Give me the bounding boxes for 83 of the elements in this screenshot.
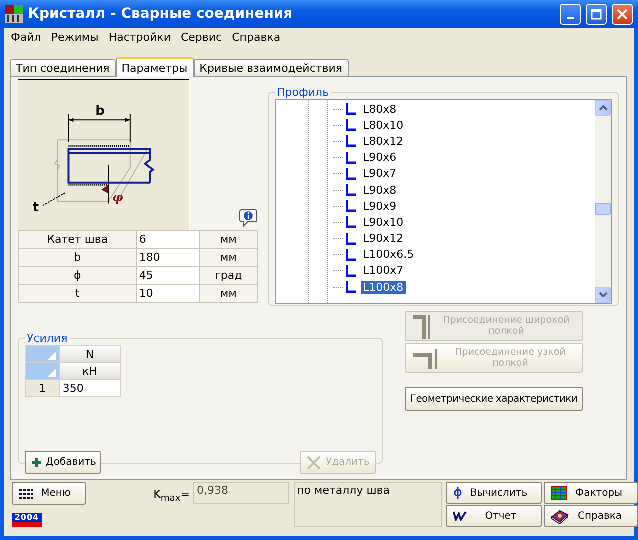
angle-profile-icon (346, 103, 356, 116)
plus-icon (32, 458, 41, 467)
parameter-input[interactable]: 6 (136, 230, 200, 248)
tree-item[interactable]: L90x7 (361, 167, 399, 180)
tab[interactable]: Кривые взаимодействия (194, 59, 349, 76)
action-button[interactable]: Вычислить (446, 482, 542, 504)
parameter-unit: мм (200, 284, 258, 302)
parameter-unit: мм (200, 230, 258, 248)
kmax-label: K$_{max}$= (152, 487, 191, 504)
tab[interactable]: Тип соединения (10, 59, 116, 76)
tree-item[interactable]: L90x9 (361, 200, 399, 213)
group-title: Профиль (276, 86, 330, 99)
scroll-down-button[interactable] (595, 287, 611, 303)
tree-item[interactable]: L90x12 (361, 232, 406, 246)
parameter-name: t (18, 284, 137, 302)
tree-item[interactable]: L80x8 (361, 102, 399, 116)
row-number: 1 (26, 380, 60, 396)
angle-profile-icon (346, 168, 356, 180)
menu-item[interactable]: Файл (6, 30, 46, 44)
parameter-name: b (18, 248, 137, 266)
triangle-icon (48, 369, 56, 377)
menu-button[interactable]: Меню (12, 482, 86, 505)
parameter-unit: град (200, 266, 258, 284)
close-button[interactable] (612, 4, 633, 24)
menu-item[interactable]: Настройки (104, 30, 176, 44)
angle-profile-icon (346, 119, 356, 132)
menu-item[interactable]: Справка (227, 30, 286, 44)
angle-profile-icon (412, 347, 440, 369)
tree-item[interactable]: L100x7 (361, 264, 406, 278)
force-value-cell[interactable]: 350 (59, 380, 120, 396)
table-grid-icon (551, 486, 567, 500)
angle-profile-icon (346, 232, 356, 245)
tree-item[interactable]: L90x6 (361, 151, 399, 164)
parameter-name: Катет шва (18, 230, 137, 248)
maximize-icon (591, 8, 602, 20)
angle-profile-icon (346, 264, 356, 277)
angle-profile-icon (346, 200, 356, 212)
tree-item[interactable]: L90x8 (361, 184, 399, 197)
geometry-button[interactable]: Геометрические характеристики (405, 387, 583, 411)
tree-item[interactable]: L90x10 (361, 216, 406, 229)
scroll-up-button[interactable] (595, 100, 611, 116)
tree-item[interactable]: L80x10 (361, 118, 406, 132)
tab[interactable]: Параметры (116, 57, 194, 77)
angle-profile-icon (346, 184, 356, 196)
add-button[interactable]: Добавить (25, 451, 101, 474)
phi-icon (453, 486, 463, 500)
action-button[interactable]: Отчет (446, 505, 542, 527)
app-icon (5, 5, 23, 23)
parameter-name: ϕ (18, 266, 137, 284)
angle-profile-icon (346, 216, 356, 228)
angle-profile-icon (346, 152, 356, 164)
info-icon[interactable] (239, 209, 258, 227)
window-title: Кристалл - Сварные соединения (28, 6, 294, 22)
action-button[interactable]: Факторы (544, 482, 638, 504)
tree-item[interactable]: L100x8 (361, 280, 406, 294)
close-icon (617, 8, 628, 20)
group-title: Усилия (26, 332, 69, 345)
unit-header: кН (59, 362, 120, 380)
angle-profile-icon (412, 313, 432, 339)
angle-profile-icon (346, 281, 356, 294)
angle-profile-icon (346, 248, 356, 261)
triangle-icon (48, 352, 56, 360)
w-letter-icon (453, 511, 467, 521)
scroll-thumb[interactable] (595, 203, 611, 215)
parameter-input[interactable]: 10 (136, 284, 200, 302)
menu-item[interactable]: Сервис (176, 30, 228, 44)
tree-item[interactable]: L100x6.5 (361, 248, 416, 262)
parameter-input[interactable]: 45 (136, 266, 200, 284)
book-icon (551, 508, 569, 524)
angle-profile-icon (346, 135, 356, 148)
weld-diagram-drawing: b φ t (18, 79, 190, 230)
menu-lines-icon (19, 488, 33, 498)
cross-icon (307, 456, 321, 470)
parameter-input[interactable]: 180 (136, 248, 200, 266)
kmax-field: 0,938 (193, 482, 289, 504)
tree-item[interactable]: L80x12 (361, 134, 406, 148)
parameter-unit: мм (200, 248, 258, 266)
minimize-icon (567, 16, 574, 18)
maximize-button[interactable] (586, 4, 607, 24)
column-header[interactable]: N (59, 346, 120, 362)
menu-item[interactable]: Режимы (46, 30, 104, 44)
action-button[interactable]: Справка (544, 505, 638, 527)
minimize-button[interactable] (560, 4, 581, 24)
